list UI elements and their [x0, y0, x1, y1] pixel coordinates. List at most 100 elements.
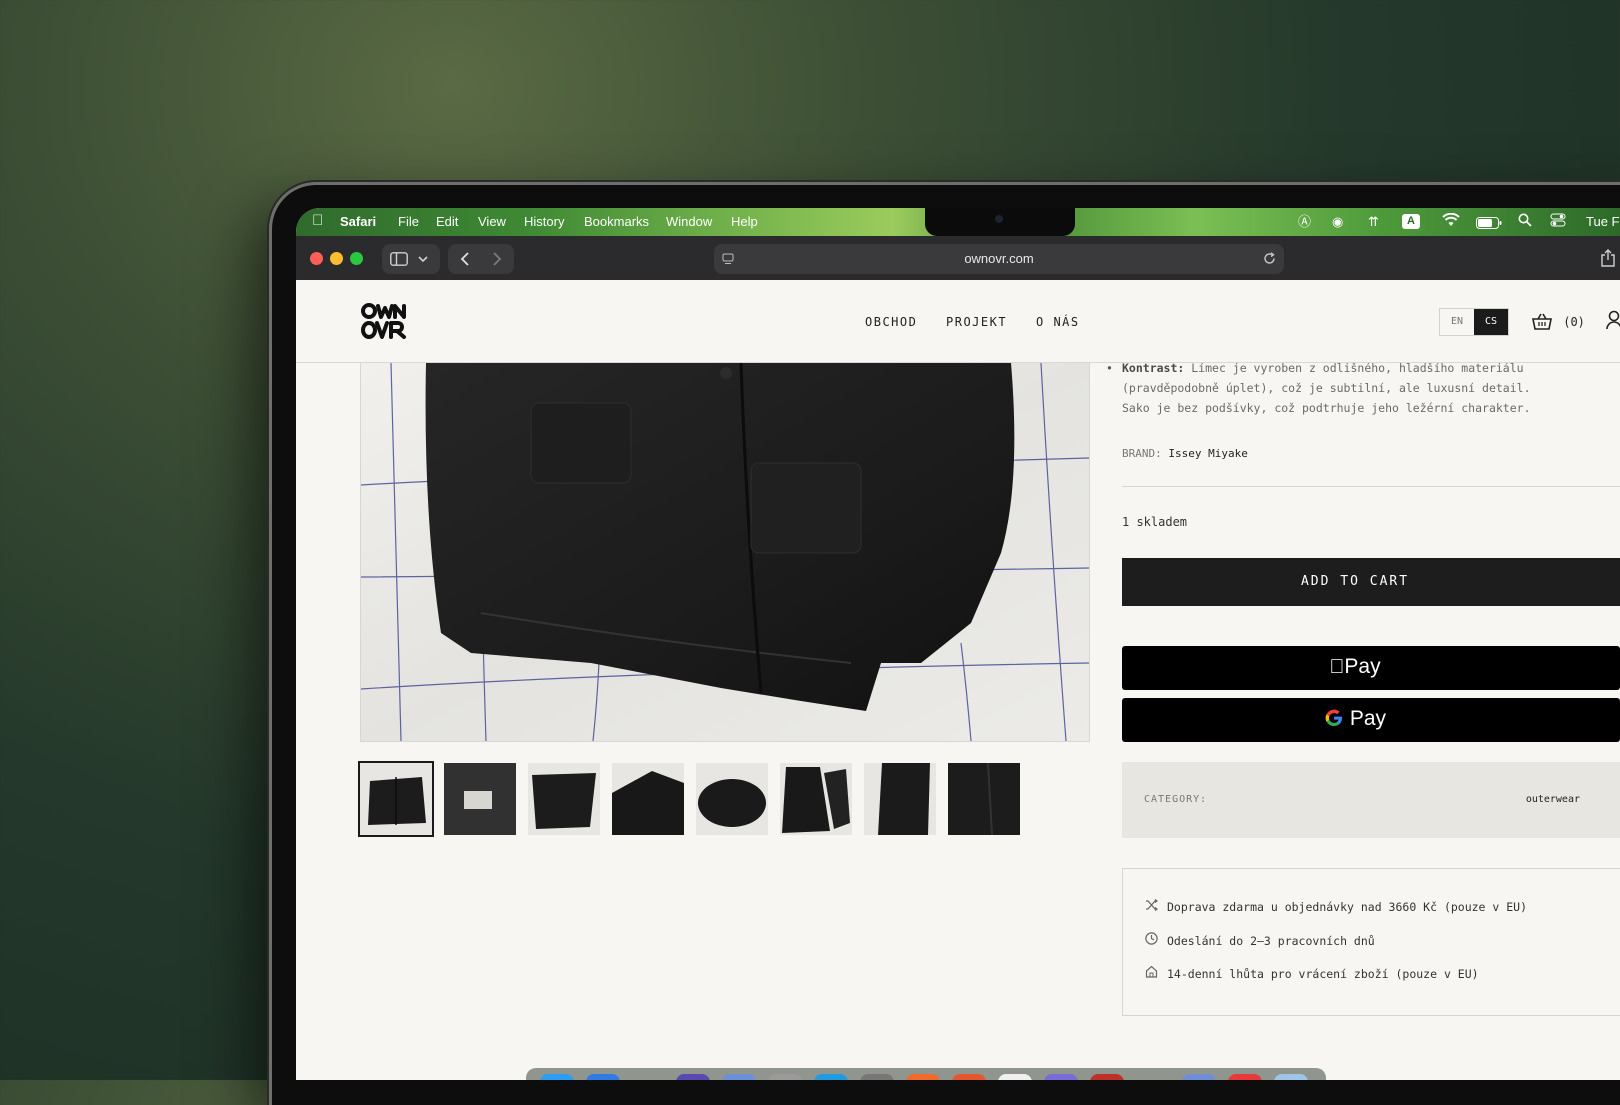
- dock-app-icon[interactable]: [1090, 1074, 1124, 1080]
- apple-logo-icon: : [1329, 656, 1344, 678]
- dock-app-icon[interactable]: [1228, 1074, 1262, 1080]
- add-to-cart-button[interactable]: ADD TO CART: [1122, 558, 1620, 606]
- google-g-icon: [1325, 709, 1342, 726]
- dock-app-icon[interactable]: [768, 1074, 802, 1080]
- airdrop-status-icon[interactable]: ⇈: [1368, 213, 1379, 231]
- anarchy-status-icon[interactable]: Ⓐ: [1298, 213, 1311, 231]
- forward-arrow-icon[interactable]: [492, 252, 502, 266]
- macos-dock: [526, 1068, 1426, 1080]
- nav-o-nas[interactable]: O NÁS: [1036, 315, 1080, 329]
- shuffle-icon: [1145, 899, 1161, 914]
- menu-bookmarks[interactable]: Bookmarks: [584, 214, 649, 229]
- close-window-button[interactable]: [310, 252, 323, 265]
- description-line-1: Límec je vyroben z odlišného, hladšího m…: [1191, 361, 1524, 375]
- add-to-cart-label: ADD TO CART: [1300, 574, 1410, 589]
- info-shipping-text: Doprava zdarma u objednávky nad 3660 Kč …: [1167, 900, 1528, 914]
- menu-view[interactable]: View: [478, 214, 506, 229]
- shipping-info-box: Doprava zdarma u objednávky nad 3660 Kč …: [1122, 868, 1620, 1016]
- dock-app-icon[interactable]: [540, 1074, 574, 1080]
- description-bullet: • Kontrast: Límec je vyroben z odlišného…: [1106, 358, 1594, 418]
- minimize-window-button[interactable]: [330, 252, 343, 265]
- camera-notch: [925, 208, 1075, 236]
- menubar-clock[interactable]: Tue Fe: [1586, 214, 1620, 229]
- nav-obchod[interactable]: OBCHOD: [865, 315, 917, 329]
- brand-value[interactable]: Issey Miyake: [1168, 447, 1247, 460]
- dock-app-icon[interactable]: [722, 1074, 756, 1080]
- share-icon[interactable]: [1600, 249, 1616, 267]
- chevron-down-icon: [418, 256, 428, 263]
- dock-app-icon[interactable]: [906, 1074, 940, 1080]
- dock-app-icon[interactable]: [1182, 1074, 1216, 1080]
- battery-icon[interactable]: [1476, 216, 1502, 234]
- divider: [1122, 486, 1620, 487]
- address-bar[interactable]: ownovr.com: [714, 244, 1284, 274]
- dock-app-icon[interactable]: [860, 1074, 894, 1080]
- info-dispatch-text: Odeslání do 2–3 pracovních dnů: [1167, 934, 1375, 948]
- dock-app-icon[interactable]: [586, 1074, 620, 1080]
- thumbnail-6[interactable]: [780, 763, 852, 835]
- dock-app-icon[interactable]: [952, 1074, 986, 1080]
- product-main-image[interactable]: [360, 362, 1090, 742]
- dock-app-icon[interactable]: [998, 1074, 1032, 1080]
- control-center-icon[interactable]: [1550, 213, 1566, 232]
- input-source-icon[interactable]: A: [1402, 214, 1420, 229]
- thumbnail-2[interactable]: [444, 763, 516, 835]
- jacket-photo: [361, 363, 1089, 741]
- laptop-screen:  Safari File Edit View History Bookmark…: [296, 208, 1620, 1080]
- apple-menu-icon[interactable]: : [312, 212, 323, 229]
- thumbnail-4[interactable]: [612, 763, 684, 835]
- thumbnail-7[interactable]: [864, 763, 936, 835]
- thumbnail-1[interactable]: [358, 761, 434, 837]
- back-arrow-icon[interactable]: [460, 252, 470, 266]
- category-value[interactable]: outerwear: [1510, 794, 1580, 805]
- ownovr-logo-icon: [361, 303, 406, 339]
- wechat-status-icon[interactable]: ◉: [1332, 213, 1343, 231]
- description-line-2: (pravděpodobně úplet), což je subtilní, …: [1122, 381, 1531, 395]
- category-box: CATEGORY: outerwear: [1122, 762, 1620, 838]
- menu-history[interactable]: History: [524, 214, 564, 229]
- address-url: ownovr.com: [964, 251, 1034, 266]
- category-label: CATEGORY:: [1144, 794, 1208, 805]
- thumbnail-8[interactable]: [948, 763, 1020, 835]
- dock-app-icon[interactable]: [1274, 1074, 1308, 1080]
- lang-cs-button[interactable]: CS: [1474, 309, 1508, 335]
- cart-button[interactable]: (0): [1532, 313, 1585, 330]
- apple-pay-label: Pay: [1336, 655, 1380, 678]
- language-switcher: EN CS: [1439, 308, 1509, 336]
- macos-menubar:  Safari File Edit View History Bookmark…: [296, 208, 1620, 236]
- google-pay-label: Pay: [1349, 707, 1387, 730]
- nav-projekt[interactable]: PROJEKT: [946, 315, 1007, 329]
- apple-pay-button[interactable]: Pay: [1122, 646, 1620, 690]
- menu-edit[interactable]: Edit: [436, 214, 458, 229]
- brand-label: BRAND:: [1122, 447, 1162, 460]
- lang-en-button[interactable]: EN: [1440, 309, 1474, 335]
- thumbnail-3[interactable]: [528, 763, 600, 835]
- info-row-shipping: Doprava zdarma u objednávky nad 3660 Kč …: [1145, 899, 1527, 914]
- spotlight-search-icon[interactable]: [1518, 213, 1532, 232]
- cart-count: (0): [1563, 315, 1585, 329]
- site-logo[interactable]: [360, 302, 408, 340]
- product-description: • Kontrast: Límec je vyroben z odlišného…: [1106, 358, 1594, 418]
- menu-app-name[interactable]: Safari: [340, 214, 376, 229]
- menu-file[interactable]: File: [398, 214, 419, 229]
- clock-icon: [1145, 932, 1161, 948]
- sidebar-icon: [390, 252, 408, 266]
- dock-app-icon[interactable]: [676, 1074, 710, 1080]
- basket-icon: [1532, 313, 1552, 330]
- google-pay-button[interactable]: Pay: [1122, 698, 1620, 742]
- reload-icon[interactable]: [1263, 252, 1276, 265]
- menu-help[interactable]: Help: [731, 214, 758, 229]
- wifi-icon[interactable]: [1442, 212, 1460, 232]
- dock-app-icon[interactable]: [1044, 1074, 1078, 1080]
- menu-window[interactable]: Window: [666, 214, 712, 229]
- dock-app-icon[interactable]: [814, 1074, 848, 1080]
- site-header: OBCHOD PROJEKT O NÁS EN CS (0): [296, 280, 1620, 363]
- thumbnail-5[interactable]: [696, 763, 768, 835]
- description-line-3: Sako je bez podšívky, což podtrhuje jeho…: [1122, 401, 1531, 415]
- account-icon[interactable]: [1606, 310, 1620, 330]
- stock-status: 1 skladem: [1122, 515, 1188, 529]
- info-returns-text: 14-denní lhůta pro vrácení zboží (pouze …: [1167, 967, 1479, 981]
- info-row-returns: 14-denní lhůta pro vrácení zboží (pouze …: [1145, 965, 1479, 981]
- zoom-window-button[interactable]: [350, 252, 363, 265]
- sidebar-toggle-button[interactable]: [382, 244, 440, 274]
